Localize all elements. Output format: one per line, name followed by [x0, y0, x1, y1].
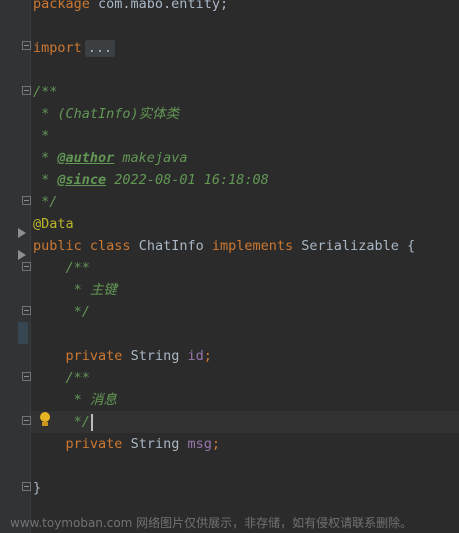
folded-imports[interactable]: ... — [84, 40, 116, 57]
doc-close: */ — [65, 414, 90, 430]
keyword-public: public — [33, 238, 82, 254]
keyword-private: private — [65, 436, 123, 452]
field-name-id: id — [187, 348, 204, 364]
annotation-data: @Data — [33, 216, 74, 232]
doc-open: /** — [65, 370, 90, 386]
doc-comment-blank: * — [33, 128, 50, 144]
implementation-arrow-icon[interactable] — [18, 228, 26, 238]
interface-name: Serializable — [301, 238, 399, 254]
keyword-import: import — [33, 40, 82, 56]
package-name: com.mabo.entity; — [89, 0, 229, 12]
fold-field-doc-icon[interactable] — [22, 372, 31, 381]
doc-comment-since: * @since 2022-08-01 16:18:08 — [33, 169, 415, 191]
doc-comment-author: * @author makejava — [33, 147, 415, 169]
keyword-class: class — [89, 238, 131, 254]
fold-javadoc-icon[interactable] — [22, 86, 31, 95]
code-area[interactable]: package com.mabo.entity; import... /** *… — [33, 0, 415, 499]
keyword-package: package — [33, 0, 90, 12]
field-id-declaration: private String id; — [33, 345, 415, 367]
doc-author-value: makejava — [114, 150, 188, 166]
doc-prefix: * — [33, 150, 58, 166]
doc-text: * 主键 — [65, 282, 117, 298]
open-brace: { — [406, 238, 416, 254]
fold-field-doc-end-icon[interactable] — [22, 306, 31, 315]
field-id-doc-text: * 主键 — [33, 279, 415, 301]
type-string: String — [130, 436, 180, 452]
fold-class-end-icon[interactable] — [22, 482, 31, 491]
field-msg-declaration: private String msg; — [33, 433, 415, 455]
type-string: String — [130, 348, 180, 364]
field-id-doc-open: /** — [33, 257, 415, 279]
fold-import-icon[interactable] — [22, 41, 31, 50]
vcs-change-marker[interactable] — [18, 322, 28, 344]
field-msg-doc-text: * 消息 — [33, 389, 415, 411]
semicolon: ; — [203, 348, 212, 364]
field-msg-doc-open: /** — [33, 367, 415, 389]
field-name-msg: msg — [187, 436, 212, 452]
class-name: ChatInfo — [138, 238, 204, 254]
doc-prefix: * — [33, 172, 58, 188]
field-msg-doc-close: */ — [33, 411, 415, 433]
semicolon: ; — [211, 436, 221, 452]
fold-javadoc-end-icon[interactable] — [22, 196, 31, 205]
text-caret — [90, 413, 93, 431]
doc-tag-author: @author — [57, 150, 115, 166]
keyword-implements: implements — [211, 238, 294, 254]
fold-field-doc-icon[interactable] — [22, 262, 31, 271]
watermark: www.toymoban.com 网络图片仅供展示，非存储，如有侵权请联系删除。 — [10, 516, 413, 530]
class-declaration: public class ChatInfo implements Seriali… — [33, 235, 415, 257]
code-line-import: import... — [33, 37, 415, 59]
doc-text: * 消息 — [65, 392, 117, 408]
doc-since-value: 2022-08-01 16:18:08 — [106, 172, 269, 188]
doc-comment-open: /** — [33, 84, 58, 100]
keyword-private: private — [65, 348, 123, 364]
field-id-doc-close: */ — [33, 301, 415, 323]
fold-field-doc-end-icon[interactable] — [22, 416, 31, 425]
code-line-package: package com.mabo.entity; — [33, 0, 415, 15]
doc-close: */ — [65, 304, 90, 320]
doc-tag-since: @since — [57, 172, 107, 188]
doc-open: /** — [65, 260, 90, 276]
implementation-arrow-icon[interactable] — [18, 250, 26, 260]
doc-comment-description: * (ChatInfo)实体类 — [33, 106, 180, 122]
doc-comment-close: */ — [33, 194, 58, 210]
class-closing-brace: } — [33, 480, 42, 496]
